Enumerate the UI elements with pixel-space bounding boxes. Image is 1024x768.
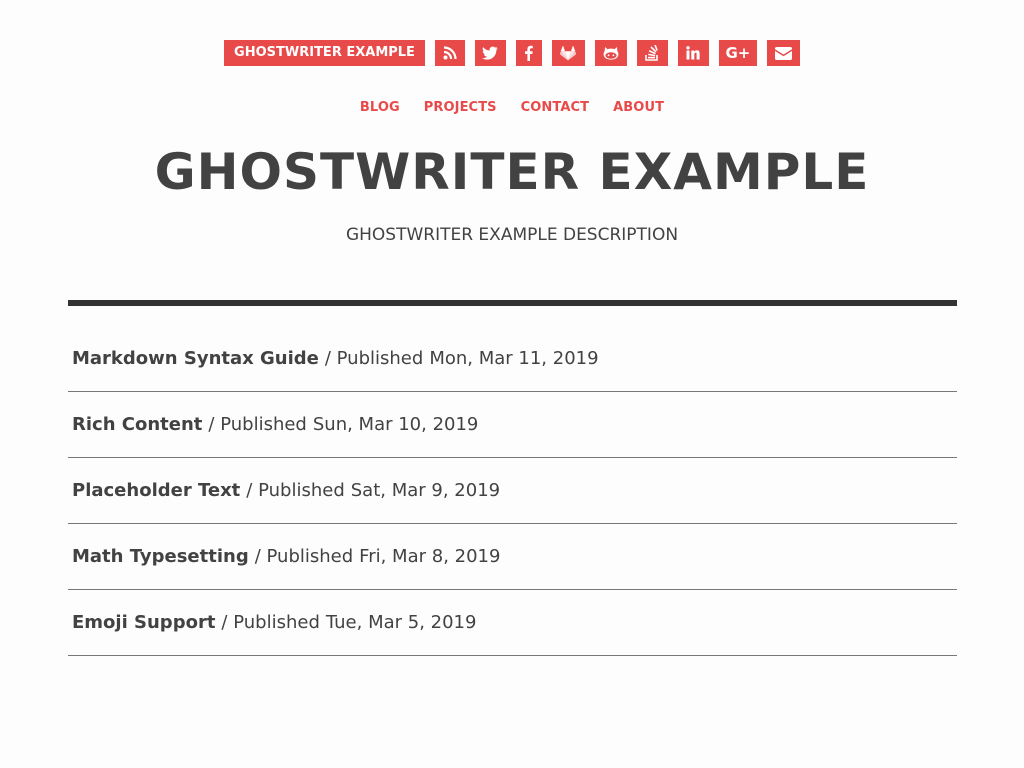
post-title-link[interactable]: Rich Content (72, 414, 202, 435)
social-links: G+ (434, 40, 800, 66)
email-icon (774, 46, 792, 60)
post-date: Sat, Mar 9, 2019 (350, 480, 501, 501)
post-title-link[interactable]: Math Typesetting (72, 546, 249, 567)
nav-item-blog[interactable]: BLOG (360, 100, 400, 115)
site-title: GHOSTWRITER EXAMPLE (154, 143, 870, 201)
published-label: / Published (324, 348, 424, 369)
post-date: Mon, Mar 11, 2019 (429, 348, 599, 369)
brand-button[interactable]: GHOSTWRITER EXAMPLE (224, 40, 425, 66)
stackoverflow-icon (645, 45, 659, 61)
main-nav: BLOG PROJECTS CONTACT ABOUT (0, 100, 1024, 115)
post-list-item: Math Typesetting / Published Fri, Mar 8,… (68, 524, 957, 590)
rss-link[interactable] (434, 40, 465, 66)
post-title-link[interactable]: Markdown Syntax Guide (72, 348, 319, 369)
post-date: Fri, Mar 8, 2019 (359, 546, 501, 567)
post-title-link[interactable]: Placeholder Text (72, 480, 240, 501)
post-list-item: Emoji Support / Published Tue, Mar 5, 20… (68, 590, 957, 656)
linkedin-link[interactable] (677, 40, 709, 66)
post-date: Sun, Mar 10, 2019 (312, 414, 479, 435)
site-description: GHOSTWRITER EXAMPLE DESCRIPTION (345, 225, 679, 245)
google-plus-link[interactable]: G+ (718, 40, 757, 66)
google-plus-icon: G+ (725, 44, 751, 62)
facebook-icon (525, 45, 534, 61)
post-list: Markdown Syntax Guide / Published Mon, M… (68, 326, 957, 656)
published-label: / Published (221, 612, 320, 633)
nav-item-projects[interactable]: PROJECTS (424, 100, 497, 115)
twitter-link[interactable] (474, 40, 506, 66)
github-link[interactable] (594, 40, 627, 66)
nav-item-contact[interactable]: CONTACT (521, 100, 590, 115)
header-divider (68, 300, 957, 306)
stackoverflow-link[interactable] (636, 40, 668, 66)
published-label: / Published (254, 546, 354, 567)
post-date: Tue, Mar 5, 2019 (325, 612, 477, 633)
twitter-icon (482, 46, 498, 60)
post-list-item: Markdown Syntax Guide / Published Mon, M… (68, 326, 957, 392)
top-bar: GHOSTWRITER EXAMPLE G+ (0, 40, 1024, 66)
facebook-link[interactable] (515, 40, 542, 66)
gitlab-link[interactable] (551, 40, 585, 66)
linkedin-icon (686, 46, 701, 60)
github-icon (603, 47, 619, 60)
published-label: / Published (208, 414, 307, 435)
nav-item-about[interactable]: ABOUT (613, 100, 664, 115)
gitlab-icon (560, 45, 577, 60)
rss-icon (443, 46, 457, 60)
post-list-item: Placeholder Text / Published Sat, Mar 9,… (68, 458, 957, 524)
published-label: / Published (246, 480, 345, 501)
post-title-link[interactable]: Emoji Support (72, 612, 215, 633)
post-list-item: Rich Content / Published Sun, Mar 10, 20… (68, 392, 957, 458)
email-link[interactable] (766, 40, 800, 66)
